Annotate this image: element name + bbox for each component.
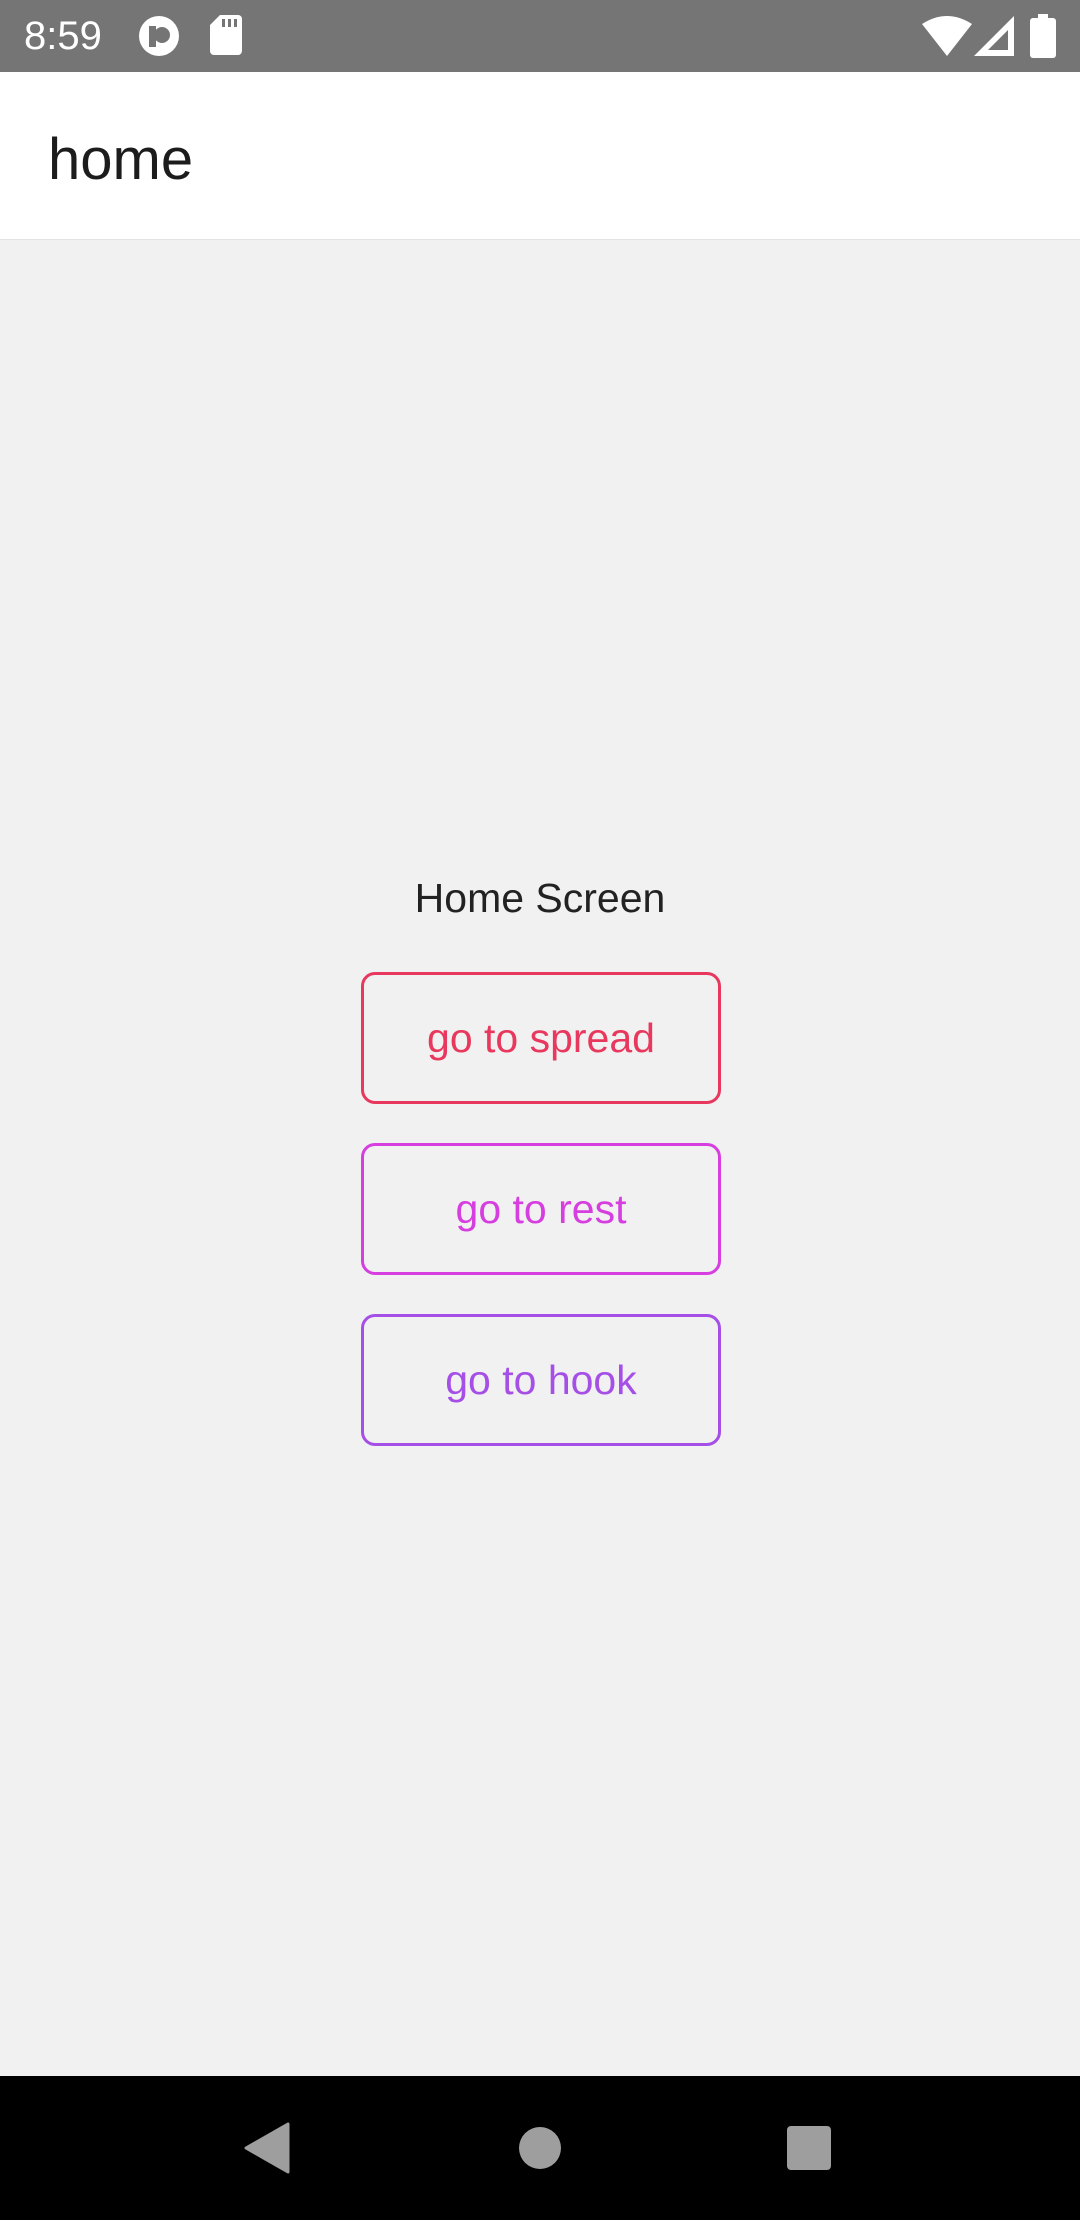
phone-screen: 8:59 home Home Screen go to spread go to…: [0, 0, 1080, 2220]
back-icon[interactable]: [244, 2122, 290, 2174]
go-to-hook-button[interactable]: go to hook: [361, 1314, 721, 1446]
battery-icon: [1030, 14, 1056, 58]
status-bar: 8:59: [0, 0, 1080, 72]
main-content: Home Screen go to spread go to rest go t…: [0, 240, 1080, 2076]
go-to-rest-button[interactable]: go to rest: [361, 1143, 721, 1275]
app-notification-icon: [139, 16, 179, 56]
page-title: home: [48, 127, 194, 192]
home-screen-label: Home Screen: [414, 875, 666, 921]
system-nav-bar: [0, 2076, 1080, 2220]
sd-card-icon: [210, 15, 242, 55]
home-icon[interactable]: [518, 2126, 562, 2170]
status-time: 8:59: [24, 14, 102, 58]
cell-signal-icon: [974, 16, 1014, 56]
wifi-icon: [922, 16, 972, 56]
app-bar: home: [0, 72, 1080, 240]
recents-icon[interactable]: [787, 2126, 831, 2170]
go-to-spread-button[interactable]: go to spread: [361, 972, 721, 1104]
